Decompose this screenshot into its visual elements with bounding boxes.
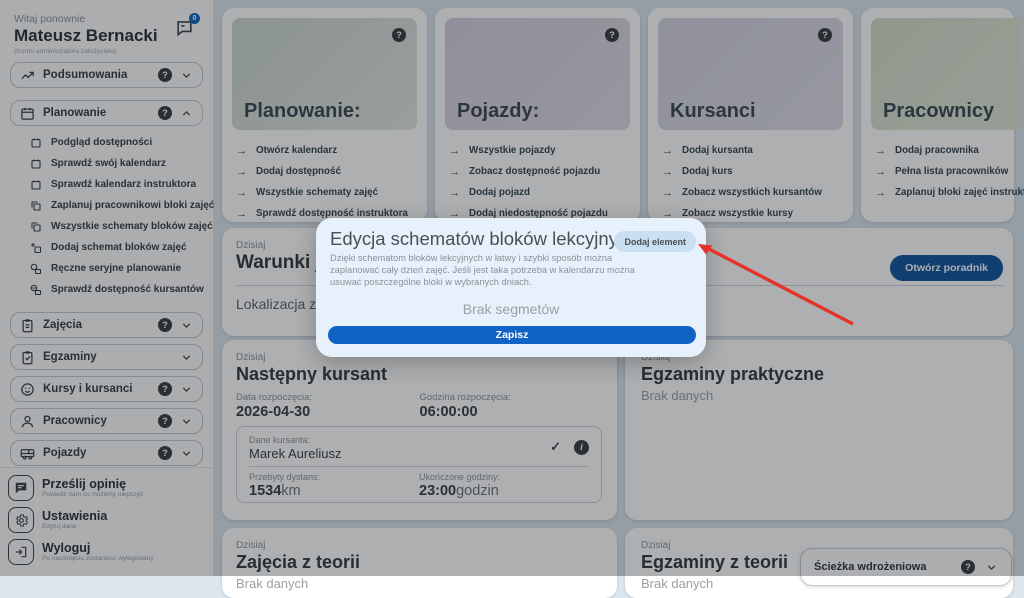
save-button[interactable]: Zapisz: [328, 326, 696, 344]
no-data-text: Brak danych: [236, 576, 603, 591]
lesson-blocks-modal: Edycja schematów bloków lekcyjnych Dodaj…: [316, 218, 706, 357]
no-segments-text: Brak segmetów: [330, 301, 692, 317]
modal-description: Dzięki schematom bloków lekcyjnych w łat…: [330, 253, 642, 289]
add-element-button[interactable]: Dodaj element: [614, 231, 696, 252]
